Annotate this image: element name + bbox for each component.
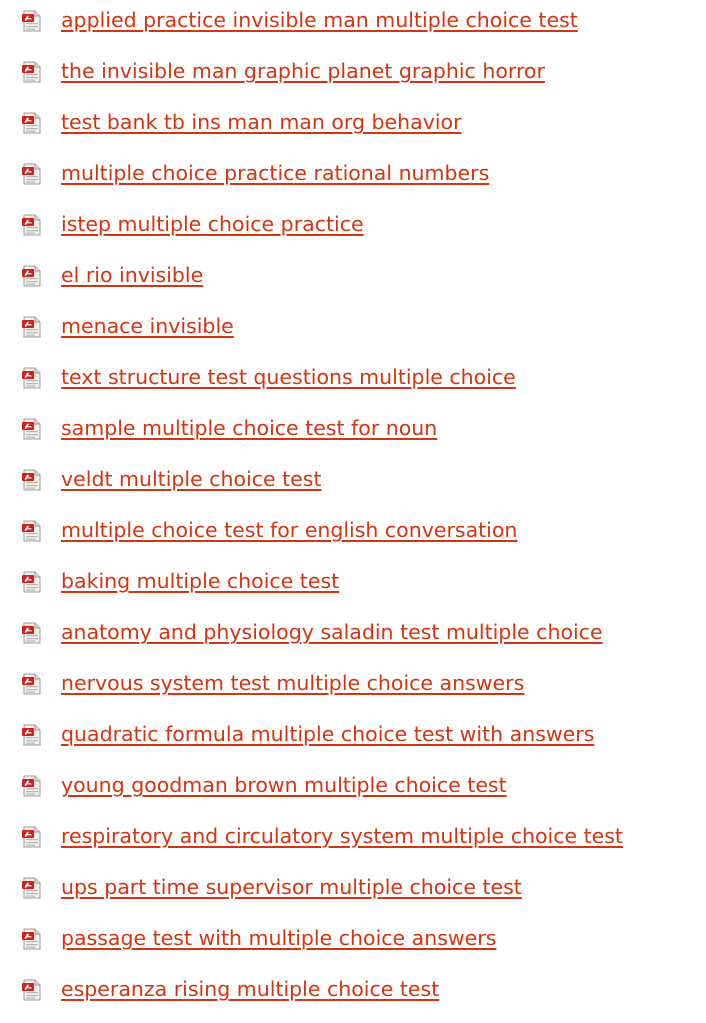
list-item: applied practice invisible man multiple … bbox=[0, 0, 706, 51]
pdf-result-link[interactable]: multiple choice test for english convers… bbox=[61, 517, 517, 543]
pdf-file-icon bbox=[22, 928, 42, 950]
list-item: sample multiple choice test for noun bbox=[0, 408, 706, 459]
list-item: young goodman brown multiple choice test bbox=[0, 765, 706, 816]
pdf-result-link[interactable]: respiratory and circulatory system multi… bbox=[61, 823, 623, 849]
pdf-file-icon bbox=[22, 10, 42, 32]
list-item: text structure test questions multiple c… bbox=[0, 357, 706, 408]
pdf-file-icon bbox=[22, 775, 42, 797]
list-item: anatomy and physiology saladin test mult… bbox=[0, 612, 706, 663]
pdf-result-link[interactable]: the invisible man graphic planet graphic… bbox=[61, 58, 545, 84]
list-item: el rio invisible bbox=[0, 255, 706, 306]
list-item: esperanza rising multiple choice test bbox=[0, 969, 706, 1020]
pdf-file-icon bbox=[22, 367, 42, 389]
pdf-file-icon bbox=[22, 469, 42, 491]
pdf-result-link[interactable]: test bank tb ins man man org behavior bbox=[61, 109, 462, 135]
list-item: test bank tb ins man man org behavior bbox=[0, 102, 706, 153]
pdf-file-icon bbox=[22, 622, 42, 644]
pdf-result-link[interactable]: sample multiple choice test for noun bbox=[61, 415, 437, 441]
pdf-result-link[interactable]: young goodman brown multiple choice test bbox=[61, 772, 507, 798]
pdf-file-icon bbox=[22, 265, 42, 287]
pdf-result-link[interactable]: istep multiple choice practice bbox=[61, 211, 364, 237]
list-item: respiratory and circulatory system multi… bbox=[0, 816, 706, 867]
list-item: passage test with multiple choice answer… bbox=[0, 918, 706, 969]
pdf-result-link[interactable]: nervous system test multiple choice answ… bbox=[61, 670, 524, 696]
pdf-file-icon bbox=[22, 112, 42, 134]
pdf-file-icon bbox=[22, 163, 42, 185]
list-item: istep multiple choice practice bbox=[0, 204, 706, 255]
list-item: multiple choice practice rational number… bbox=[0, 153, 706, 204]
pdf-result-link[interactable]: quadratic formula multiple choice test w… bbox=[61, 721, 594, 747]
pdf-file-icon bbox=[22, 724, 42, 746]
list-item: veldt multiple choice test bbox=[0, 459, 706, 510]
pdf-result-link[interactable]: applied practice invisible man multiple … bbox=[61, 7, 578, 33]
pdf-file-icon bbox=[22, 316, 42, 338]
pdf-result-link[interactable]: anatomy and physiology saladin test mult… bbox=[61, 619, 603, 645]
list-item: quadratic formula multiple choice test w… bbox=[0, 714, 706, 765]
pdf-file-icon bbox=[22, 673, 42, 695]
list-item: baking multiple choice test bbox=[0, 561, 706, 612]
pdf-result-link[interactable]: esperanza rising multiple choice test bbox=[61, 976, 439, 1002]
pdf-result-link[interactable]: ups part time supervisor multiple choice… bbox=[61, 874, 522, 900]
list-item: menace invisible bbox=[0, 306, 706, 357]
pdf-file-icon bbox=[22, 61, 42, 83]
pdf-result-link[interactable]: baking multiple choice test bbox=[61, 568, 339, 594]
pdf-file-icon bbox=[22, 571, 42, 593]
pdf-result-link[interactable]: text structure test questions multiple c… bbox=[61, 364, 516, 390]
pdf-file-icon bbox=[22, 418, 42, 440]
pdf-results-list: applied practice invisible man multiple … bbox=[0, 0, 706, 1020]
pdf-file-icon bbox=[22, 520, 42, 542]
pdf-file-icon bbox=[22, 214, 42, 236]
pdf-file-icon bbox=[22, 979, 42, 1001]
pdf-file-icon bbox=[22, 877, 42, 899]
list-item: the invisible man graphic planet graphic… bbox=[0, 51, 706, 102]
list-item: nervous system test multiple choice answ… bbox=[0, 663, 706, 714]
pdf-result-link[interactable]: passage test with multiple choice answer… bbox=[61, 925, 496, 951]
pdf-file-icon bbox=[22, 826, 42, 848]
pdf-result-link[interactable]: veldt multiple choice test bbox=[61, 466, 322, 492]
pdf-result-link[interactable]: el rio invisible bbox=[61, 262, 203, 288]
list-item: multiple choice test for english convers… bbox=[0, 510, 706, 561]
pdf-result-link[interactable]: multiple choice practice rational number… bbox=[61, 160, 489, 186]
list-item: ups part time supervisor multiple choice… bbox=[0, 867, 706, 918]
pdf-result-link[interactable]: menace invisible bbox=[61, 313, 234, 339]
